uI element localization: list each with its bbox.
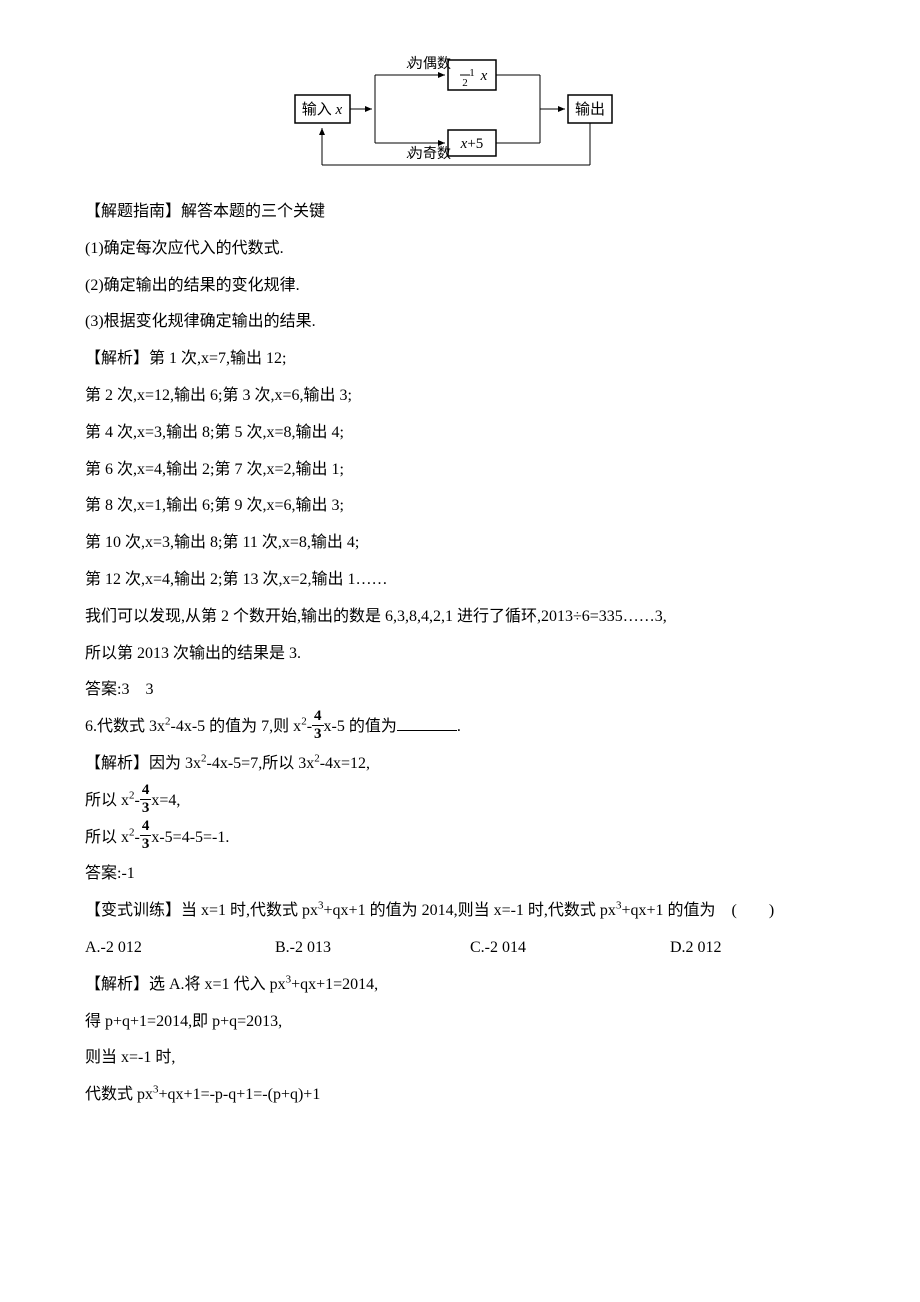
analysis-line-7: 第 12 次,x=4,输出 2;第 13 次,x=2,输出 1…… [85, 562, 835, 599]
svg-text:x: x [480, 68, 488, 84]
guide-item-2: (2)确定输出的结果的变化规律. [85, 268, 835, 305]
variant-analysis-2: 得 p+q+1=2014,即 p+q=2013, [85, 1004, 835, 1041]
analysis-line-2: 第 2 次,x=12,输出 6;第 3 次,x=6,输出 3; [85, 378, 835, 415]
question-6: 6.代数式 3x2-4x-5 的值为 7,则 x2-43x-5 的值为. [85, 709, 835, 746]
svg-text:1: 1 [469, 67, 475, 79]
variant-analysis-4: 代数式 px3+qx+1=-p-q+1=-(p+q)+1 [85, 1077, 835, 1114]
analysis-line-8: 我们可以发现,从第 2 个数开始,输出的数是 6,3,8,4,2,1 进行了循环… [85, 599, 835, 636]
option-b: B.-2 013 [275, 930, 470, 967]
analysis-line-9: 所以第 2013 次输出的结果是 3. [85, 636, 835, 673]
variant-analysis-3: 则当 x=-1 时, [85, 1040, 835, 1077]
analysis-line-1: 【解析】第 1 次,x=7,输出 12; [85, 341, 835, 378]
analysis-6-line-3: 所以 x2-43x-5=4-5=-1. [85, 820, 835, 857]
guide-item-3: (3)根据变化规律确定输出的结果. [85, 304, 835, 341]
option-a: A.-2 012 [85, 930, 275, 967]
option-d: D.2 012 [670, 930, 722, 967]
analysis-line-5: 第 8 次,x=1,输出 6;第 9 次,x=6,输出 3; [85, 488, 835, 525]
answer-6: 答案:-1 [85, 856, 835, 893]
options-row: A.-2 012 B.-2 013 C.-2 014 D.2 012 [85, 930, 835, 967]
flowchart-diagram: 输入 x x 为偶数 1 2 x x 为奇数 x+5 输出 [85, 50, 835, 170]
analysis-line-3: 第 4 次,x=3,输出 8;第 5 次,x=8,输出 4; [85, 415, 835, 452]
svg-text:输入 x: 输入 x [302, 101, 343, 118]
svg-text:输出: 输出 [575, 101, 605, 118]
analysis-line-4: 第 6 次,x=4,输出 2;第 7 次,x=2,输出 1; [85, 452, 835, 489]
option-c: C.-2 014 [470, 930, 670, 967]
svg-text:为奇数: 为奇数 [409, 145, 451, 162]
guide-item-1: (1)确定每次应代入的代数式. [85, 231, 835, 268]
answer-5: 答案:3 3 [85, 672, 835, 709]
fill-blank [397, 715, 457, 731]
analysis-line-6: 第 10 次,x=3,输出 8;第 11 次,x=8,输出 4; [85, 525, 835, 562]
svg-text:为偶数: 为偶数 [409, 56, 451, 72]
variant-analysis-1: 【解析】选 A.将 x=1 代入 px3+qx+1=2014, [85, 967, 835, 1004]
analysis-6-line-1: 【解析】因为 3x2-4x-5=7,所以 3x2-4x=12, [85, 746, 835, 783]
svg-text:2: 2 [462, 77, 468, 89]
variant-question: 【变式训练】当 x=1 时,代数式 px3+qx+1 的值为 2014,则当 x… [85, 893, 835, 930]
svg-text:x+5: x+5 [460, 136, 484, 152]
analysis-6-line-2: 所以 x2-43x=4, [85, 783, 835, 820]
guide-title: 【解题指南】解答本题的三个关键 [85, 194, 835, 231]
